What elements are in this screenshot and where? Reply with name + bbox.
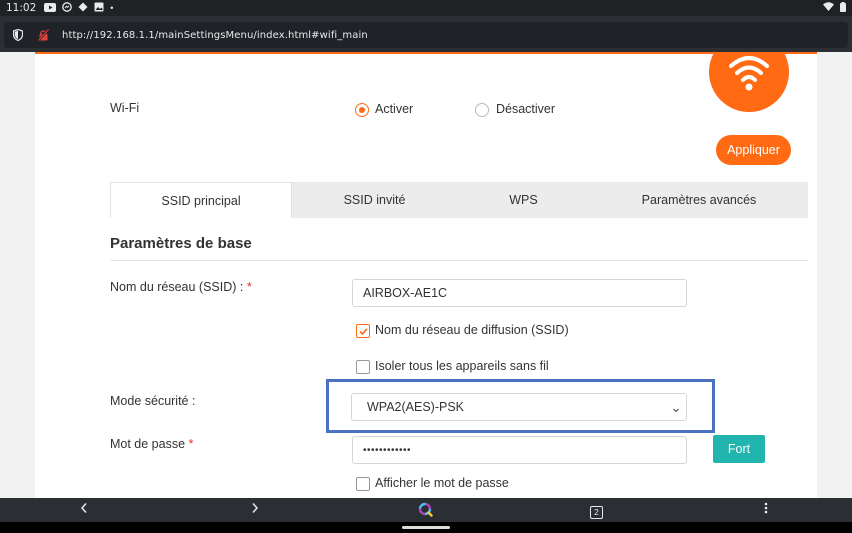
broadcast-ssid-label[interactable]: Nom du réseau de diffusion (SSID) [375, 323, 569, 337]
isolate-devices-checkbox[interactable] [356, 360, 370, 374]
settings-panel: Wi-Fi Activer Désactiver Appliquer SSID … [35, 52, 817, 498]
tab-count: 2 [590, 506, 603, 519]
broadcast-ssid-checkbox[interactable] [356, 324, 370, 338]
insecure-lock-icon[interactable] [32, 29, 54, 41]
forward-button[interactable] [251, 502, 259, 518]
wifi-enable-label[interactable]: Activer [375, 102, 413, 116]
password-strength-badge: Fort [713, 435, 765, 463]
wifi-icon [823, 2, 834, 14]
cast-icon [78, 2, 88, 14]
address-bar[interactable]: http://192.168.1.1/mainSettingsMenu/inde… [4, 22, 848, 48]
chevron-left-icon [80, 503, 87, 513]
wifi-label: Wi-Fi [110, 101, 140, 115]
home-indicator[interactable] [402, 526, 450, 529]
more-vertical-icon [764, 502, 768, 514]
url-text[interactable]: http://192.168.1.1/mainSettingsMenu/inde… [62, 30, 368, 41]
checkmark-icon [359, 328, 368, 336]
gesture-bar [0, 522, 852, 533]
back-button[interactable] [80, 502, 88, 518]
chevron-right-icon [252, 503, 259, 513]
youtube-icon [44, 2, 57, 14]
battery-icon [840, 1, 846, 15]
ssid-tabs: SSID principal SSID invité WPS Paramètre… [110, 182, 808, 218]
menu-button[interactable] [764, 502, 768, 518]
status-dot: • [110, 3, 114, 13]
tabs-button[interactable]: 2 [590, 503, 603, 519]
wifi-disable-label[interactable]: Désactiver [496, 102, 555, 116]
status-time: 11:02 [6, 2, 37, 14]
shield-icon[interactable] [4, 29, 32, 41]
image-icon [94, 2, 104, 14]
wifi-enable-radio[interactable] [355, 103, 369, 117]
ssid-input[interactable]: AIRBOX-AE1C [352, 279, 687, 307]
tab-advanced-settings[interactable]: Paramètres avancés [590, 182, 808, 218]
search-button[interactable] [418, 502, 433, 521]
web-page: Wi-Fi Activer Désactiver Appliquer SSID … [0, 52, 852, 498]
security-mode-value: WPA2(AES)-PSK [367, 400, 465, 414]
apply-button[interactable]: Appliquer [716, 135, 791, 165]
status-bar: 11:02 • [0, 0, 852, 16]
messenger-icon [62, 2, 73, 14]
wifi-icon [729, 56, 769, 91]
tab-ssid-principal[interactable]: SSID principal [110, 182, 292, 218]
isolate-devices-label[interactable]: Isoler tous les appareils sans fil [375, 359, 549, 373]
wifi-disable-radio[interactable] [475, 103, 489, 117]
show-password-label[interactable]: Afficher le mot de passe [375, 476, 509, 490]
ssid-label: Nom du réseau (SSID) : * [110, 280, 252, 294]
required-mark: * [188, 437, 194, 451]
browser-bottom-bar: 2 [0, 498, 852, 522]
chevron-down-icon [672, 403, 680, 417]
security-mode-label: Mode sécurité : [110, 394, 196, 408]
browser-toolbar: http://192.168.1.1/mainSettingsMenu/inde… [0, 16, 852, 52]
wifi-logo [709, 52, 789, 112]
password-input[interactable]: •••••••••••• [352, 436, 687, 464]
tab-ssid-invite[interactable]: SSID invité [292, 182, 457, 218]
show-password-checkbox[interactable] [356, 477, 370, 491]
section-title: Paramètres de base [110, 235, 252, 252]
password-label: Mot de passe * [110, 437, 193, 451]
password-label-text: Mot de passe [110, 437, 186, 451]
section-divider [110, 260, 808, 261]
ssid-label-text: Nom du réseau (SSID) : [110, 280, 244, 294]
search-icon [418, 502, 433, 517]
required-mark: * [246, 280, 252, 294]
security-mode-select[interactable]: WPA2(AES)-PSK [351, 393, 687, 421]
tab-wps[interactable]: WPS [457, 182, 590, 218]
